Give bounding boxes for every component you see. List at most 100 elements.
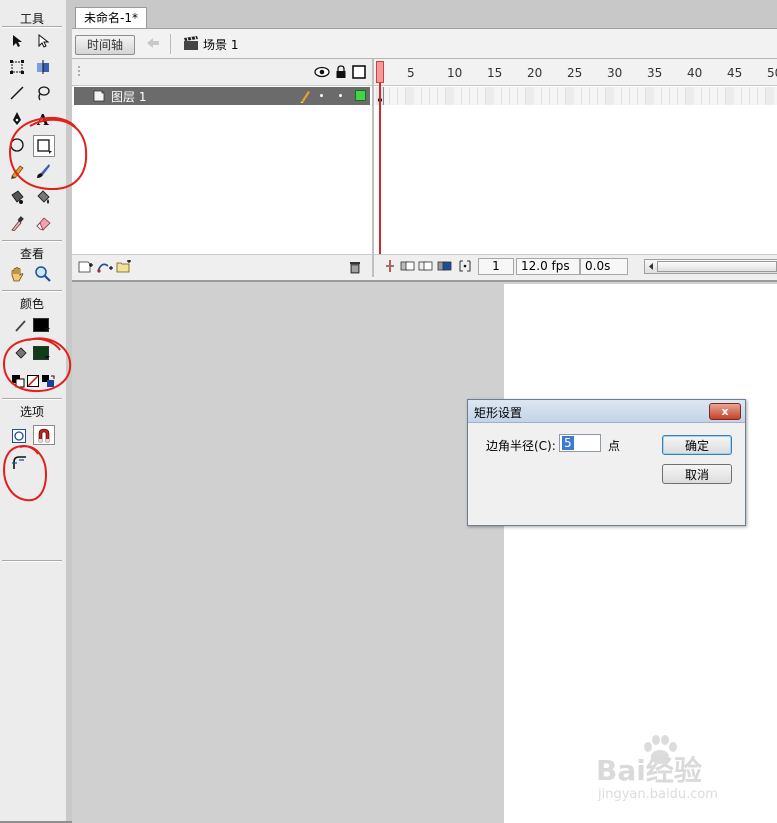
layer-row[interactable]: 图层 1: [74, 87, 370, 105]
visibility-dot-icon[interactable]: [320, 94, 323, 97]
layer-footer: [72, 254, 372, 278]
onion-skin-icon[interactable]: [400, 259, 416, 276]
watermark-logo: Bai经验: [596, 754, 702, 787]
toolbox-title: 工具: [19, 12, 44, 26]
edit-bar-divider: [170, 34, 171, 54]
frame-number: 30: [607, 66, 623, 80]
view-section-label: 查看: [19, 247, 44, 261]
frame-number: 45: [727, 66, 743, 80]
delete-layer-icon[interactable]: [348, 260, 362, 277]
layer-color-outline-icon[interactable]: [355, 90, 366, 101]
pencil-tool-icon[interactable]: [7, 161, 27, 181]
outline-icon[interactable]: [352, 65, 366, 82]
timeline-horizontal-scrollbar[interactable]: [644, 259, 777, 274]
playhead[interactable]: [376, 61, 384, 83]
edit-bar: 时间轴 场景 1: [72, 29, 777, 59]
scroll-left-arrow-icon[interactable]: [648, 263, 654, 270]
ok-button[interactable]: 确定: [662, 435, 732, 455]
eye-icon[interactable]: [314, 66, 330, 81]
onion-skin-outlines-icon[interactable]: [418, 259, 434, 276]
toolbox-divider: [2, 560, 62, 562]
elapsed-time-field: 0.0s: [580, 258, 628, 275]
pen-tool-icon[interactable]: [7, 109, 27, 129]
text-tool-icon[interactable]: A: [33, 109, 53, 129]
frame-number: 35: [647, 66, 663, 80]
toolbox-panel: 工具 A 查看 颜色 选项: [0, 0, 67, 821]
eyedropper-tool-icon[interactable]: [7, 213, 27, 233]
toolbox-divider: [2, 398, 62, 400]
options-section-label: 选项: [19, 405, 44, 419]
insert-layer-icon[interactable]: [78, 260, 94, 276]
ink-bottle-tool-icon[interactable]: [7, 187, 27, 207]
layer-header: [72, 59, 372, 86]
lock-icon[interactable]: [335, 65, 347, 82]
gradient-transform-tool-icon[interactable]: [33, 57, 53, 77]
pencil-edit-icon: [299, 89, 311, 106]
lock-dot-icon[interactable]: [339, 94, 342, 97]
document-tabbar: 未命名-1*: [72, 0, 777, 29]
back-arrow-icon[interactable]: [146, 37, 160, 52]
corner-radius-value: 5: [562, 436, 574, 450]
frame-rate-field[interactable]: 12.0 fps: [516, 258, 580, 275]
layer-icon: [92, 89, 106, 105]
fill-color-swatch[interactable]: [33, 346, 53, 364]
swap-colors-icon[interactable]: [38, 371, 58, 391]
watermark: Bai经验 jingyan.baidu.com: [596, 735, 746, 805]
scroll-thumb[interactable]: [657, 261, 777, 272]
edit-multiple-frames-icon[interactable]: [437, 259, 453, 276]
playhead-line: [379, 83, 381, 277]
corner-radius-input[interactable]: 5: [559, 434, 601, 452]
grip-icon: [77, 65, 81, 82]
frame-ruler[interactable]: 1 5 10 15 20 25 30 35 40 45 50: [374, 59, 777, 86]
scene-breadcrumb[interactable]: 场景 1: [203, 36, 238, 53]
object-drawing-icon[interactable]: [9, 426, 29, 446]
toolbox-divider: [2, 290, 62, 292]
timeline-panel: 图层 1 1 5 10: [72, 59, 777, 278]
timeline-status-bar: 1 12.0 fps 0.0s: [374, 254, 777, 278]
subselection-tool-icon[interactable]: [33, 31, 53, 51]
watermark-url: jingyan.baidu.com: [598, 787, 718, 802]
rectangle-corner-radius-icon[interactable]: [9, 452, 29, 472]
current-frame-field: 1: [478, 258, 514, 275]
frames-band: [374, 87, 777, 105]
scene-clapper-icon: [183, 36, 199, 54]
frame-number: 20: [527, 66, 543, 80]
frame-number: 5: [407, 66, 415, 80]
svg-text:A: A: [36, 111, 49, 127]
dialog-titlebar[interactable]: 矩形设置 x: [468, 400, 745, 423]
color-section-label: 颜色: [19, 297, 44, 311]
line-tool-icon[interactable]: [7, 83, 27, 103]
stroke-color-swatch[interactable]: [33, 318, 53, 336]
frame-number: 40: [687, 66, 703, 80]
rectangle-settings-dialog: 矩形设置 x 边角半径(C): 5 点 确定 取消: [467, 399, 746, 526]
toolbox-divider: [2, 240, 62, 242]
layer-name[interactable]: 图层 1: [111, 88, 146, 105]
snap-to-objects-icon[interactable]: [33, 425, 55, 445]
insert-folder-icon[interactable]: [116, 259, 132, 276]
add-motion-guide-icon[interactable]: [96, 260, 114, 276]
zoom-tool-icon[interactable]: [33, 264, 53, 284]
fill-color-icon: [11, 344, 31, 364]
eraser-tool-icon[interactable]: [33, 213, 53, 233]
frame-number: 10: [447, 66, 463, 80]
center-frame-icon[interactable]: [384, 259, 396, 276]
frame-number: 15: [487, 66, 503, 80]
selection-tool-icon[interactable]: [7, 31, 27, 51]
corner-radius-label: 边角半径(C):: [486, 439, 556, 453]
frames-row[interactable]: [374, 87, 777, 105]
timeline-toggle-button[interactable]: 时间轴: [75, 35, 135, 55]
toolbox-divider: [2, 26, 62, 28]
cancel-button[interactable]: 取消: [662, 464, 732, 484]
stroke-color-icon: [11, 316, 31, 336]
oval-tool-icon[interactable]: [7, 135, 27, 155]
document-tab[interactable]: 未命名-1*: [75, 7, 147, 28]
close-icon[interactable]: x: [709, 403, 741, 420]
free-transform-tool-icon[interactable]: [7, 57, 27, 77]
lasso-tool-icon[interactable]: [33, 83, 53, 103]
rectangle-tool-icon[interactable]: [33, 135, 55, 157]
paint-bucket-tool-icon[interactable]: [33, 187, 53, 207]
unit-label: 点: [608, 439, 621, 453]
modify-onion-markers-icon[interactable]: [458, 259, 472, 276]
hand-tool-icon[interactable]: [7, 264, 27, 284]
brush-tool-icon[interactable]: [33, 161, 53, 181]
